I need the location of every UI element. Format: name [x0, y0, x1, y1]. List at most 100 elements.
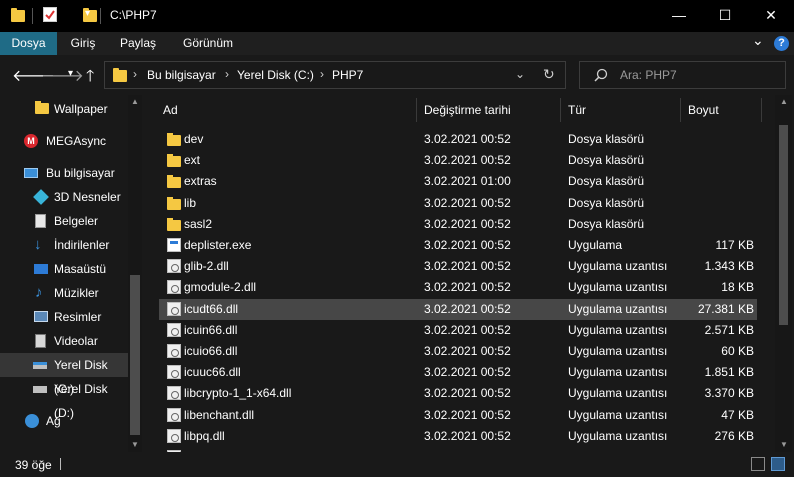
recent-locations-icon[interactable]: ▾ — [68, 68, 73, 79]
nav-item-desktop[interactable]: Masaüstü — [0, 257, 128, 281]
file-size: 1.343 KB — [704, 259, 754, 274]
breadcrumb-php7[interactable]: PHP7 — [332, 68, 363, 82]
folder-row[interactable]: lib 3.02.2021 00:52 Dosya klasörü — [159, 193, 757, 214]
nav-item-music[interactable]: ♪ Müzikler — [0, 281, 128, 305]
file-date: 3.02.2021 01:00 — [424, 174, 511, 189]
file-row[interactable]: gmodule-2.dll 3.02.2021 00:52 Uygulama uza… — [159, 277, 757, 298]
address-history-icon[interactable]: ⌄ — [515, 67, 525, 81]
close-icon: ✕ — [765, 7, 777, 23]
nav-item-this-pc[interactable]: Bu bilgisayar — [0, 161, 128, 185]
file-name: extras — [184, 174, 217, 189]
file-scrollbar-thumb[interactable] — [779, 125, 788, 325]
tab-file[interactable]: Dosya — [0, 32, 57, 55]
tab-home[interactable]: Giriş — [57, 32, 109, 55]
file-name: icudt66.dll — [184, 301, 239, 316]
application-icon — [167, 238, 181, 252]
drive-c-icon — [33, 362, 47, 369]
folder-row[interactable]: ext 3.02.2021 00:52 Dosya klasörü — [159, 150, 757, 171]
nav-item-label: 3D Nesneler — [54, 190, 121, 204]
file-type: Uygulama uzantısı — [568, 428, 668, 443]
address-bar[interactable]: › Bu bilgisayar › Yerel Disk (C:) › PHP7… — [104, 61, 566, 89]
column-divider[interactable] — [761, 98, 762, 122]
file-name: libpq.dll — [184, 428, 225, 443]
file-row[interactable]: icuin66.dll 3.02.2021 00:52 Uygulama uzant… — [159, 320, 757, 341]
tab-share[interactable]: Paylaş — [109, 32, 167, 55]
scroll-up-icon[interactable]: ▲ — [779, 97, 789, 106]
nav-item-wallpaper[interactable]: Wallpaper — [0, 97, 128, 121]
nav-scrollbar[interactable]: ▲ ▼ — [128, 95, 142, 452]
file-type: Uygulama uzantısı — [568, 280, 668, 295]
search-icon — [594, 68, 608, 82]
nav-item-local-disk-c[interactable]: Yerel Disk (C:) — [0, 353, 128, 396]
search-box[interactable]: Ara: PHP7 — [579, 61, 786, 89]
nav-item-local-disk-d[interactable]: Yerel Disk (D:) — [0, 377, 128, 420]
expand-ribbon-icon[interactable]: ⌄ — [752, 32, 764, 49]
column-divider[interactable] — [680, 98, 681, 122]
file-row[interactable]: icudt66.dll 3.02.2021 00:52 Uygulama uzant… — [159, 298, 757, 320]
breadcrumb-separator[interactable]: › — [225, 67, 229, 81]
column-divider[interactable] — [560, 98, 561, 122]
column-header-name[interactable]: Ad — [163, 95, 178, 125]
refresh-icon[interactable]: ↻ — [543, 66, 555, 83]
maximize-button[interactable]: ☐ — [702, 0, 748, 32]
folder-row[interactable]: dev 3.02.2021 00:52 Dosya klasörü — [159, 129, 757, 150]
details-view-icon[interactable] — [751, 457, 765, 471]
file-size: 60 KB — [721, 344, 754, 358]
folder-icon[interactable] — [11, 8, 25, 22]
folder-icon — [167, 133, 181, 146]
breadcrumb-this-pc[interactable]: Bu bilgisayar — [147, 68, 216, 82]
file-row[interactable]: icuio66.dll 3.02.2021 00:52 Uygulama uzant… — [159, 341, 757, 362]
file-row[interactable]: glib-2.dll 3.02.2021 00:52 Uygulama uzantı… — [159, 256, 757, 277]
breadcrumb-separator[interactable]: › — [320, 67, 324, 81]
column-header-type[interactable]: Tür — [568, 95, 586, 125]
ribbon-tabs: Dosya Giriş Paylaş Görünüm ⌄ ? — [0, 32, 794, 55]
file-date: 3.02.2021 00:52 — [424, 216, 511, 231]
nav-item-pictures[interactable]: Resimler — [0, 305, 128, 329]
file-row[interactable]: libpq.dll 3.02.2021 00:52 Uygulama uzantıs… — [159, 426, 757, 447]
file-size: 1.851 KB — [704, 365, 754, 380]
file-row[interactable]: icuuc66.dll 3.02.2021 00:52 Uygulama uzant… — [159, 362, 757, 383]
status-bar: 39 öğe — [0, 452, 794, 477]
file-type: Uygulama uzantısı — [568, 301, 668, 316]
search-input[interactable]: Ara: PHP7 — [620, 68, 677, 82]
scroll-down-icon[interactable]: ▼ — [130, 440, 140, 449]
file-type: Dosya klasörü — [568, 153, 645, 168]
separator — [32, 8, 33, 24]
folder-row[interactable]: sasl2 3.02.2021 00:52 Dosya klasörü — [159, 214, 757, 235]
folder-row[interactable]: extras 3.02.2021 01:00 Dosya klasörü — [159, 171, 757, 192]
nav-item-videos[interactable]: Videolar — [0, 329, 128, 353]
3d-objects-icon — [33, 189, 49, 205]
scroll-down-icon[interactable]: ▼ — [779, 440, 789, 449]
breadcrumb-separator[interactable]: › — [133, 67, 137, 81]
file-row[interactable]: deplister.exe 3.02.2021 00:52 Uygulama 117 … — [159, 235, 757, 256]
nav-item-network[interactable]: Ağ — [0, 409, 128, 433]
properties-icon[interactable] — [43, 7, 57, 22]
file-type: Uygulama uzantısı — [568, 386, 668, 401]
file-row[interactable]: libenchant.dll 3.02.2021 00:52 Uygulama uz… — [159, 405, 757, 426]
nav-item-megasync[interactable]: M MEGAsync — [0, 129, 128, 153]
nav-item-documents[interactable]: Belgeler — [0, 209, 128, 233]
file-type: Uygulama uzantısı — [568, 344, 668, 358]
scroll-up-icon[interactable]: ▲ — [130, 97, 140, 106]
file-name: deplister.exe — [184, 238, 252, 252]
large-icons-view-icon[interactable] — [771, 457, 785, 471]
dll-file-icon — [167, 428, 181, 443]
customize-toolbar-icon[interactable]: ▾ — [85, 8, 90, 19]
tab-view[interactable]: Görünüm — [167, 32, 249, 55]
nav-item-downloads[interactable]: ↓ İndirilenler — [0, 233, 128, 257]
help-icon[interactable]: ? — [774, 36, 789, 51]
mega-icon: M — [24, 134, 38, 148]
file-row[interactable]: libcrypto-1_1-x64.dll 3.02.2021 00:52 Uygu… — [159, 383, 757, 404]
nav-scrollbar-thumb[interactable] — [130, 275, 140, 435]
documents-icon — [35, 214, 46, 228]
minimize-button[interactable]: — — [656, 0, 702, 32]
up-arrow-icon[interactable]: 🡑 — [86, 65, 94, 92]
nav-item-3d-objects[interactable]: 3D Nesneler — [0, 185, 128, 209]
column-divider[interactable] — [416, 98, 417, 122]
close-button[interactable]: ✕ — [748, 0, 794, 32]
breadcrumb-local-disk-c[interactable]: Yerel Disk (C:) — [237, 68, 314, 82]
column-header-size[interactable]: Boyut — [688, 95, 719, 125]
forward-arrow-icon[interactable]: 🡒 — [41, 65, 84, 86]
column-header-date[interactable]: Değiştirme tarihi — [424, 95, 511, 125]
file-list-scrollbar[interactable]: ▲ ▼ — [775, 95, 792, 452]
